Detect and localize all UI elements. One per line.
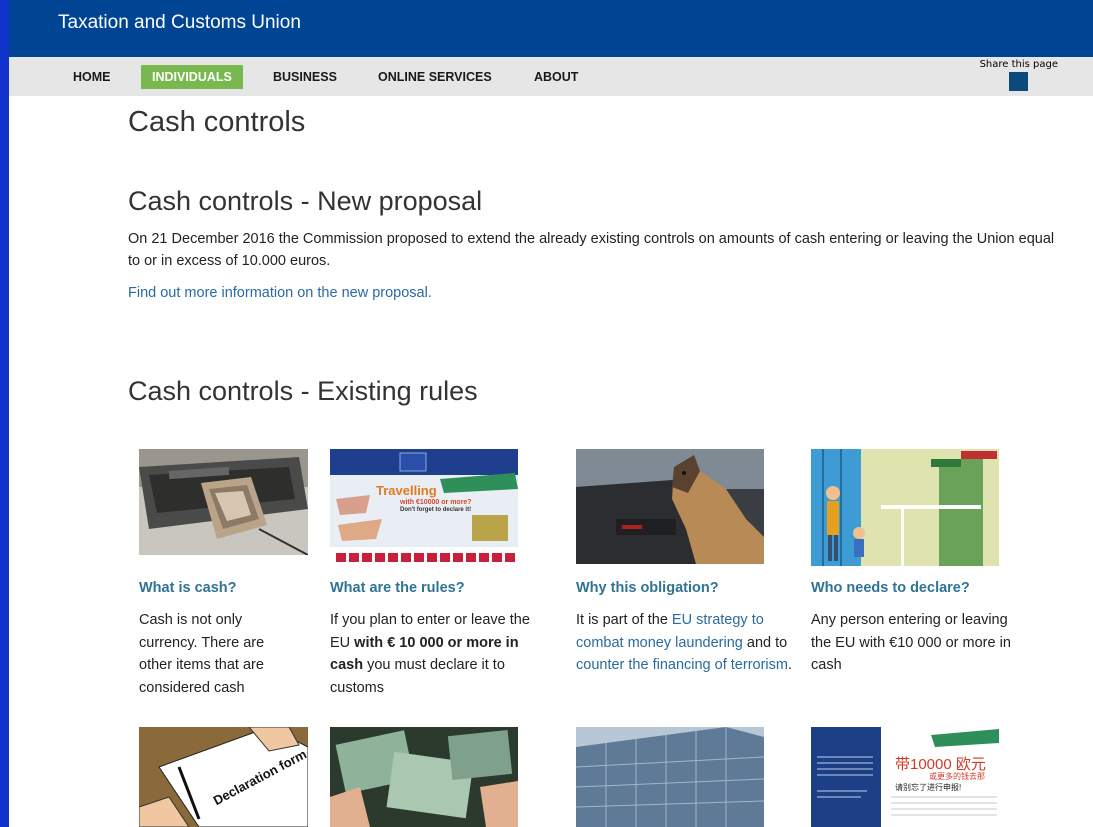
site-header: Taxation and Customs Union — [9, 0, 1093, 57]
share-icon[interactable] — [1009, 72, 1029, 91]
poster-cn-subtitle: 或更多的钱去那 — [929, 772, 985, 781]
nav-about[interactable]: ABOUT — [523, 65, 589, 89]
card-title[interactable]: What is cash? — [139, 580, 237, 596]
cash-image[interactable] — [139, 449, 308, 555]
existing-rules-heading: Cash controls - Existing rules — [128, 376, 478, 406]
card-text: If you plan to enter or leave the EU wit… — [330, 609, 550, 699]
main-navigation: HOME INDIVIDUALS BUSINESS ONLINE SERVICE… — [9, 57, 1093, 96]
card-title[interactable]: What are the rules? — [330, 580, 465, 596]
card-text-part: and to — [742, 634, 788, 651]
counter-terrorism-link[interactable]: counter the financing of terrorism — [576, 657, 788, 673]
page: Taxation and Customs Union HOME INDIVIDU… — [9, 0, 1093, 827]
travelling-poster-image[interactable]: Travelling with €10000 or more? Don't fo… — [330, 449, 518, 566]
share-label[interactable]: Share this page — [980, 59, 1058, 70]
card-title[interactable]: Why this obligation? — [576, 580, 719, 596]
poster-subtitle: with €10000 or more? — [400, 499, 472, 506]
card-text: Any person entering or leaving the EU wi… — [811, 612, 1011, 673]
nav-home[interactable]: HOME — [62, 65, 122, 89]
site-title[interactable]: Taxation and Customs Union — [58, 12, 301, 34]
poster-cn-note: 请别忘了进行申报! — [895, 783, 962, 792]
new-proposal-text: On 21 December 2016 the Commission propo… — [128, 231, 1055, 269]
card-text: Cash is not only currency. There are oth… — [139, 612, 265, 696]
card-text-part: It is part of the — [576, 612, 672, 628]
poster-note: Don't forget to declare it! — [400, 507, 472, 513]
building-image[interactable] — [576, 727, 764, 827]
declaration-form-image[interactable]: Declaration form € 10 000 — [139, 727, 308, 827]
declare-illustration-image[interactable] — [811, 449, 999, 566]
page-title: Cash controls — [128, 106, 306, 138]
new-proposal-heading: Cash controls - New proposal — [128, 186, 483, 216]
card-title[interactable]: Who needs to declare? — [811, 580, 970, 596]
nav-individuals[interactable]: INDIVIDUALS — [141, 65, 243, 89]
sniffer-dog-image[interactable] — [576, 449, 764, 564]
nav-business[interactable]: BUSINESS — [262, 65, 348, 89]
poster-title: Travelling — [376, 483, 437, 498]
chinese-poster-image[interactable]: 带10000 欧元 或更多的钱去那 请别忘了进行申报! — [811, 727, 999, 827]
cash-stacks-image[interactable] — [330, 727, 518, 827]
card-text-part: . — [787, 657, 792, 673]
new-proposal-link[interactable]: Find out more information on the new pro… — [128, 282, 432, 304]
share-widget[interactable]: Share this page — [980, 59, 1058, 96]
card-text: It is part of the EU strategy to combat … — [576, 609, 796, 677]
nav-online-services[interactable]: ONLINE SERVICES — [367, 65, 503, 89]
